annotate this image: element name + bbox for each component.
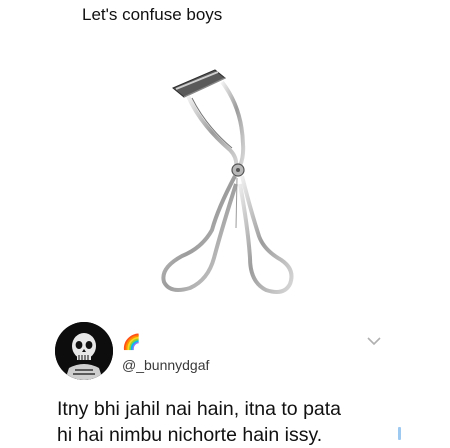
rainbow-emoji: 🌈	[122, 334, 141, 351]
skull-avatar-icon	[55, 322, 113, 380]
scroll-indicator	[398, 427, 401, 440]
tweet-text-line-2: hi hai nimbu nichorte hain issy.	[57, 424, 323, 446]
tweet-text: Itny bhi jahil nai hain, itna to pata hi…	[57, 396, 447, 448]
eyelash-curler-image[interactable]	[140, 58, 310, 308]
tweet-text-line-1: Itny bhi jahil nai hain, itna to pata	[57, 398, 342, 420]
post-caption: Let's confuse boys	[82, 5, 223, 24]
chevron-down-icon[interactable]	[366, 334, 382, 346]
user-handle[interactable]: @_bunnydgaf	[122, 357, 209, 373]
user-avatar[interactable]	[55, 322, 113, 380]
